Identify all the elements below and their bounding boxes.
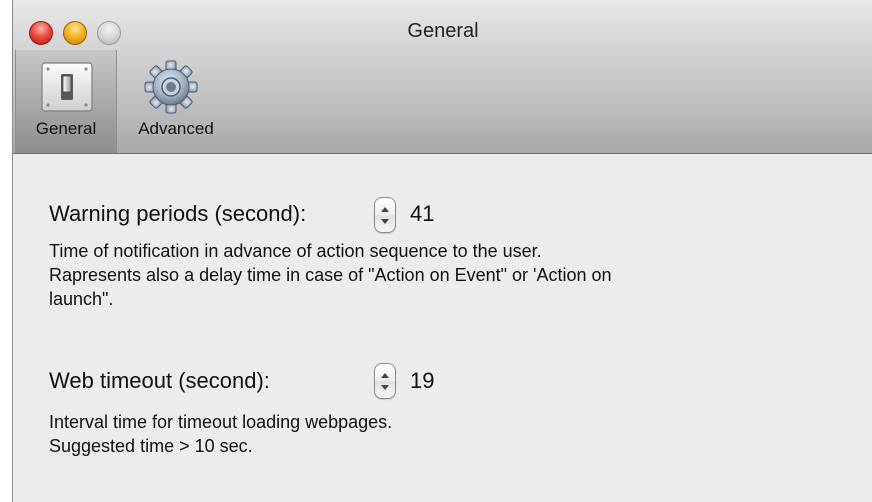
web-timeout-label: Web timeout (second): (49, 368, 270, 393)
stepper-up-arrow-icon[interactable] (381, 207, 389, 212)
toolbar-advanced-label: Advanced (138, 119, 214, 138)
toolbar-general-tab[interactable]: General (15, 50, 117, 153)
switch-icon (41, 62, 93, 112)
stepper-up-arrow-icon[interactable] (381, 373, 389, 378)
warning-periods-label: Warning periods (second): (49, 201, 307, 226)
warning-periods-value[interactable]: 41 (410, 201, 434, 227)
warning-description-line-2: Rapresents also a delay time in case of … (49, 265, 612, 285)
window-toolbar: General General Advanced (13, 0, 872, 154)
warning-description-line-3: launch". (49, 289, 114, 309)
stepper-down-arrow-icon[interactable] (381, 385, 389, 390)
warning-periods-stepper[interactable] (374, 197, 396, 233)
preferences-window: General General Advanced Warning periods… (12, 0, 872, 502)
gear-icon (144, 60, 198, 114)
window-title: General (407, 20, 479, 42)
web-timeout-description-line-1: Interval time for timeout loading webpag… (49, 412, 393, 432)
general-settings-pane: Warning periods (second): 41 Time of not… (13, 155, 872, 502)
warning-description-line-1: Time of notification in advance of actio… (49, 241, 542, 261)
web-timeout-description-line-2: Suggested time > 10 sec. (49, 436, 253, 456)
stepper-down-arrow-icon[interactable] (381, 219, 389, 224)
toolbar-advanced-tab[interactable]: Advanced (121, 50, 231, 153)
web-timeout-value[interactable]: 19 (410, 368, 434, 394)
web-timeout-stepper[interactable] (374, 363, 396, 399)
toolbar-general-label: General (35, 119, 97, 138)
